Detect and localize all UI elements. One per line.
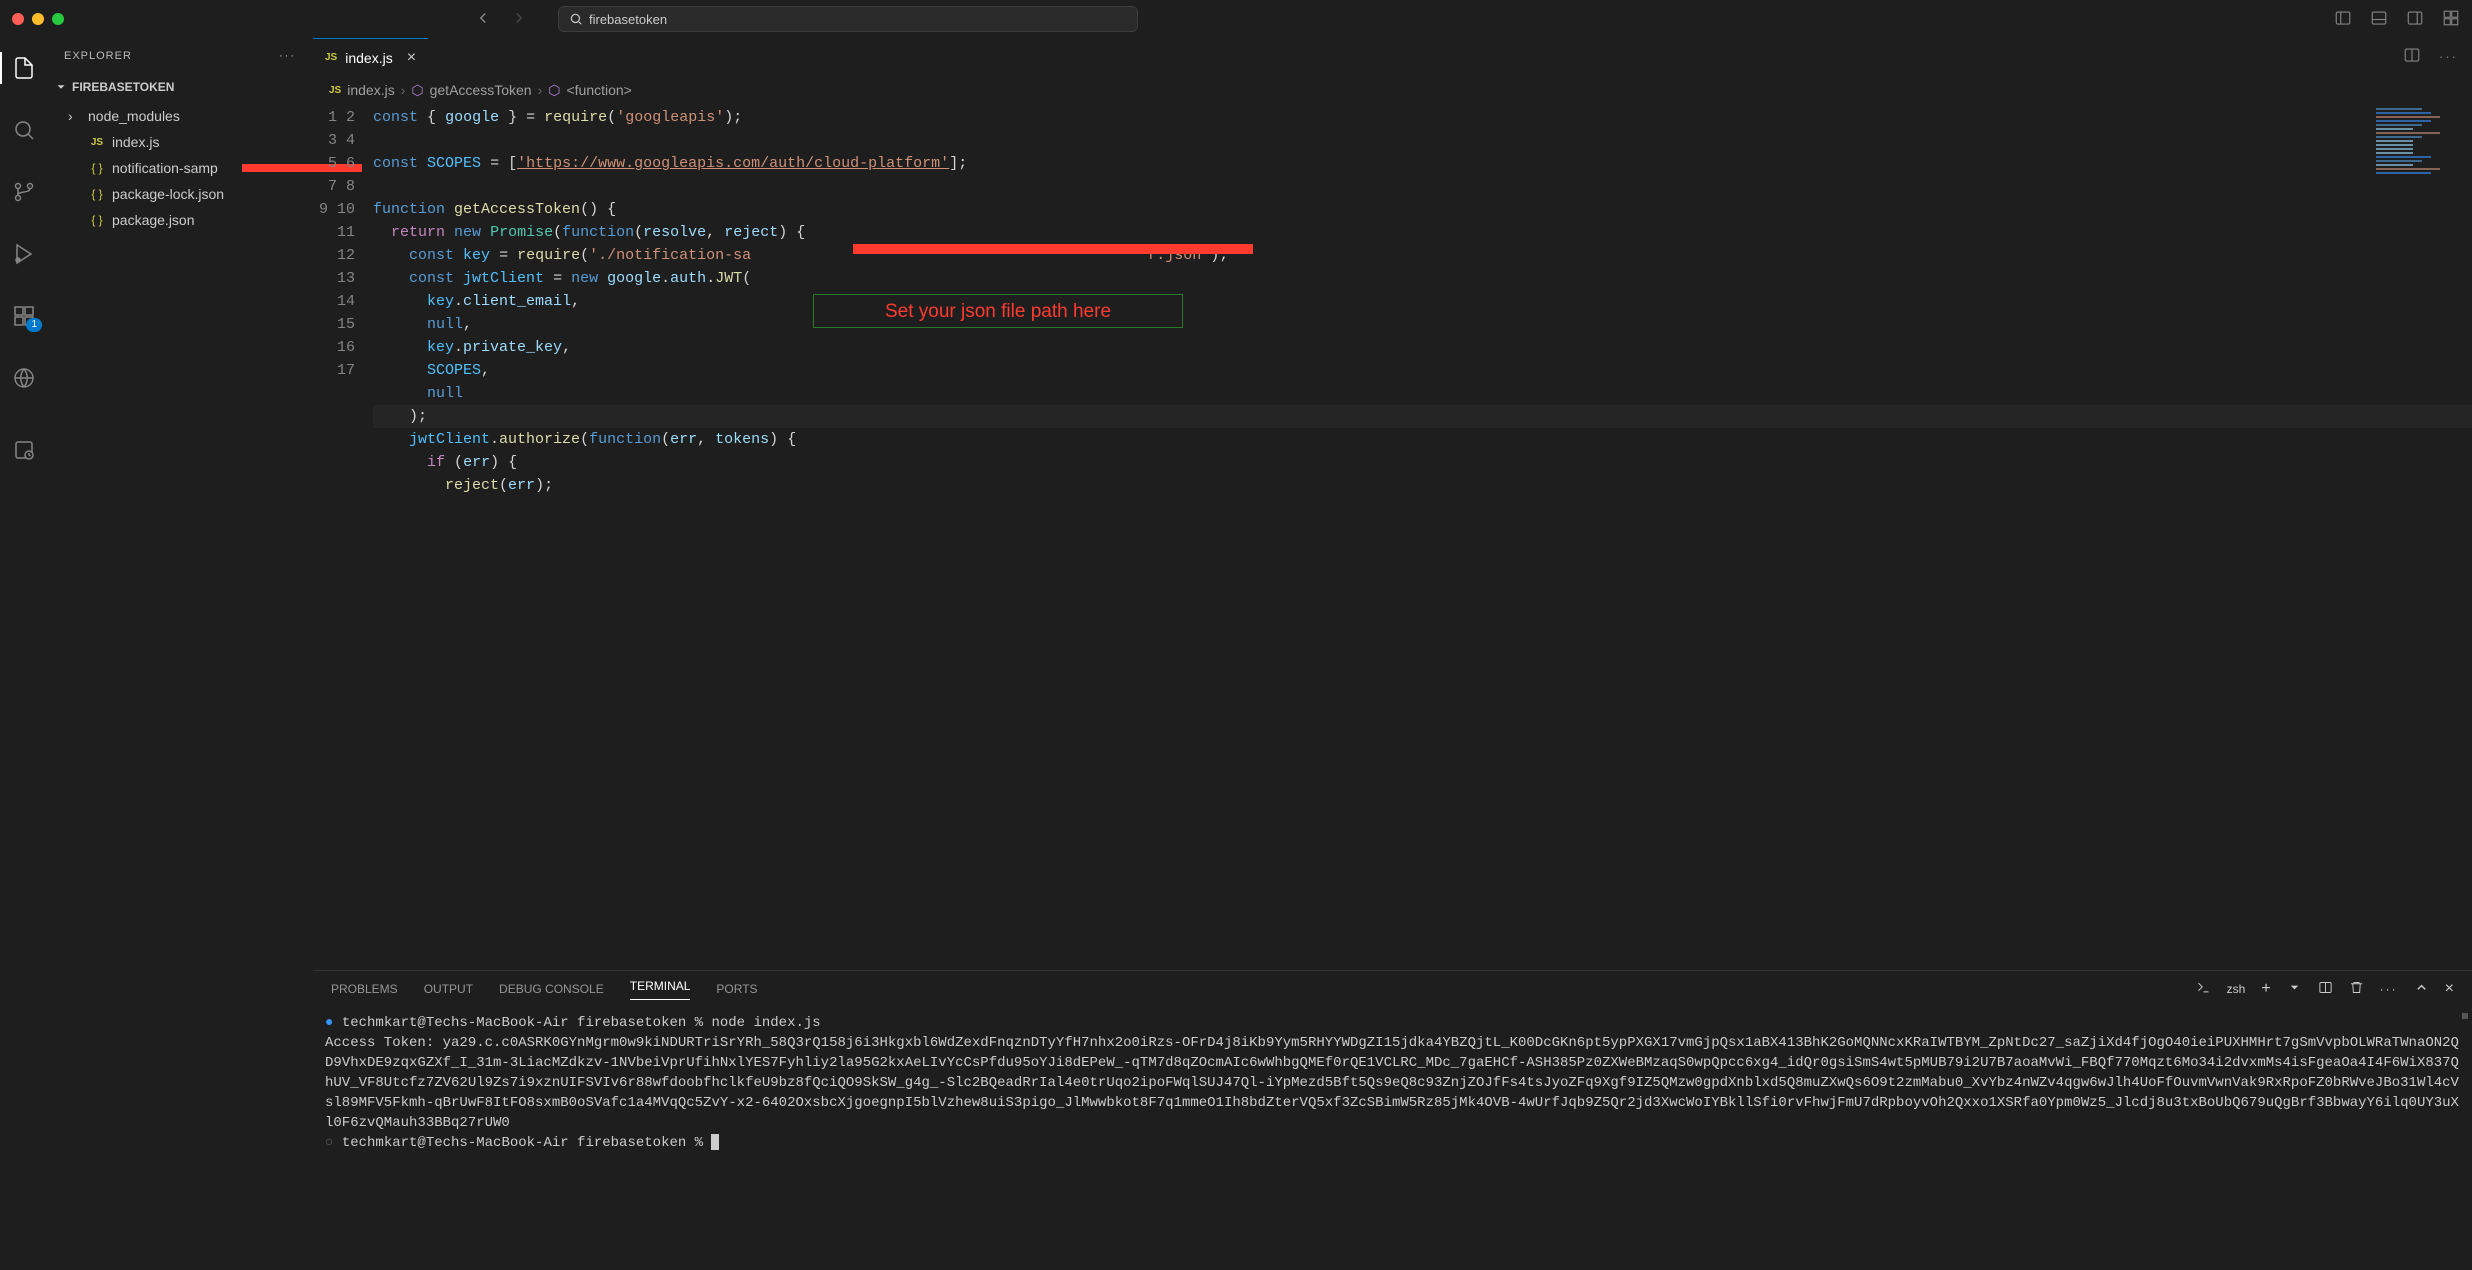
debug-icon xyxy=(12,242,36,266)
toggle-secondary-sidebar-icon[interactable] xyxy=(2406,9,2424,30)
extensions-badge: 1 xyxy=(26,318,42,332)
file-label: package-lock.json xyxy=(112,186,224,202)
close-tab-icon[interactable]: × xyxy=(407,49,416,67)
activity-extensions[interactable]: 1 xyxy=(0,296,48,336)
close-panel-icon[interactable]: × xyxy=(2445,980,2454,998)
activity-bar: 1 xyxy=(0,38,48,1270)
activity-remote[interactable] xyxy=(0,358,48,398)
sidebar-title: EXPLORER xyxy=(64,50,132,62)
redaction-overlay xyxy=(853,244,1253,254)
editor-tabs: JS index.js × ··· xyxy=(313,38,2472,76)
symbol-method-icon: ⬡ xyxy=(548,82,560,99)
activity-run-debug[interactable] xyxy=(0,234,48,274)
title-bar: firebasetoken xyxy=(0,0,2472,38)
split-terminal-icon[interactable] xyxy=(2318,980,2333,998)
settings-sync-icon xyxy=(12,438,36,462)
file-item[interactable]: { } package-lock.json xyxy=(48,181,312,207)
minimap[interactable] xyxy=(2372,104,2472,304)
file-label: node_modules xyxy=(88,108,180,124)
panel-tab-ports[interactable]: PORTS xyxy=(716,982,757,996)
annotation-callout: Set your json file path here xyxy=(813,294,1183,328)
explorer-sidebar: EXPLORER ··· FIREBASETOKEN › node_module… xyxy=(48,38,313,1270)
nav-forward-icon[interactable] xyxy=(510,9,528,30)
breadcrumb-symbol: getAccessToken xyxy=(430,82,532,98)
file-item[interactable]: { } package.json xyxy=(48,207,312,233)
js-file-icon: JS xyxy=(88,137,106,148)
tab-label: index.js xyxy=(345,50,392,66)
activity-source-control[interactable] xyxy=(0,172,48,212)
terminal-profile-icon[interactable] xyxy=(2196,980,2211,998)
file-item[interactable]: JS index.js xyxy=(48,129,312,155)
command-center-search[interactable]: firebasetoken xyxy=(558,6,1138,32)
kill-terminal-icon[interactable] xyxy=(2349,980,2364,998)
more-actions-icon[interactable]: ··· xyxy=(2439,49,2458,64)
search-icon xyxy=(569,12,583,26)
terminal-scroll-indicator xyxy=(2462,1013,2468,1019)
breadcrumb-symbol: <function> xyxy=(566,82,631,98)
file-label: package.json xyxy=(112,212,195,228)
close-window-button[interactable] xyxy=(12,13,24,25)
panel-chevron-up-icon[interactable] xyxy=(2414,980,2429,998)
toggle-panel-icon[interactable] xyxy=(2370,9,2388,30)
sidebar-more-icon[interactable]: ··· xyxy=(279,50,296,62)
search-text: firebasetoken xyxy=(589,12,667,27)
activity-search[interactable] xyxy=(0,110,48,150)
window-controls xyxy=(12,13,64,25)
symbol-method-icon: ⬡ xyxy=(411,82,423,99)
project-name: FIREBASETOKEN xyxy=(72,80,174,94)
files-icon xyxy=(12,56,36,80)
js-file-icon: JS xyxy=(325,52,337,63)
activity-settings-sync[interactable] xyxy=(0,430,48,470)
split-editor-icon[interactable] xyxy=(2403,46,2421,67)
minimize-window-button[interactable] xyxy=(32,13,44,25)
terminal-output[interactable]: ● techmkart@Techs-MacBook-Air firebaseto… xyxy=(313,1007,2472,1270)
panel-tab-output[interactable]: OUTPUT xyxy=(424,982,473,996)
panel-tabs: PROBLEMS OUTPUT DEBUG CONSOLE TERMINAL P… xyxy=(313,971,2472,1007)
js-file-icon: JS xyxy=(329,85,341,96)
breadcrumb[interactable]: JS index.js › ⬡ getAccessToken › ⬡ <func… xyxy=(313,76,2472,104)
new-terminal-icon[interactable]: + xyxy=(2261,980,2270,998)
file-tree: › node_modules JS index.js { } notificat… xyxy=(48,101,312,235)
panel-tab-debug-console[interactable]: DEBUG CONSOLE xyxy=(499,982,604,996)
maximize-window-button[interactable] xyxy=(52,13,64,25)
line-number-gutter: 1 2 3 4 5 6 7 8 9 10 11 12 13 14 15 16 1… xyxy=(313,104,373,970)
json-file-icon: { } xyxy=(88,187,106,201)
panel-more-icon[interactable]: ··· xyxy=(2380,982,2398,996)
terminal-dropdown-icon[interactable] xyxy=(2287,980,2302,998)
search-icon xyxy=(12,118,36,142)
project-header[interactable]: FIREBASETOKEN xyxy=(48,73,312,101)
remote-icon xyxy=(12,366,36,390)
file-label: index.js xyxy=(112,134,159,150)
activity-explorer[interactable] xyxy=(0,48,48,88)
chevron-down-icon xyxy=(54,80,68,94)
json-file-icon: { } xyxy=(88,213,106,227)
bottom-panel: PROBLEMS OUTPUT DEBUG CONSOLE TERMINAL P… xyxy=(313,970,2472,1270)
breadcrumb-file: index.js xyxy=(347,82,394,98)
terminal-shell-label[interactable]: zsh xyxy=(2227,982,2246,996)
code-content[interactable]: const { google } = require('googleapis')… xyxy=(373,104,2472,970)
toggle-primary-sidebar-icon[interactable] xyxy=(2334,9,2352,30)
panel-tab-terminal[interactable]: TERMINAL xyxy=(630,979,691,1000)
file-item[interactable]: { } notification-samp xyxy=(48,155,312,181)
panel-tab-problems[interactable]: PROBLEMS xyxy=(331,982,398,996)
editor-body[interactable]: 1 2 3 4 5 6 7 8 9 10 11 12 13 14 15 16 1… xyxy=(313,104,2472,970)
customize-layout-icon[interactable] xyxy=(2442,9,2460,30)
editor-area: JS index.js × ··· JS index.js › ⬡ getAcc… xyxy=(313,38,2472,1270)
nav-back-icon[interactable] xyxy=(474,9,492,30)
chevron-right-icon: › xyxy=(68,108,82,124)
terminal-cursor xyxy=(711,1134,719,1150)
json-file-icon: { } xyxy=(88,161,106,175)
editor-tab[interactable]: JS index.js × xyxy=(313,38,428,76)
branch-icon xyxy=(12,180,36,204)
file-label: notification-samp xyxy=(112,160,218,176)
file-item-folder[interactable]: › node_modules xyxy=(48,103,312,129)
